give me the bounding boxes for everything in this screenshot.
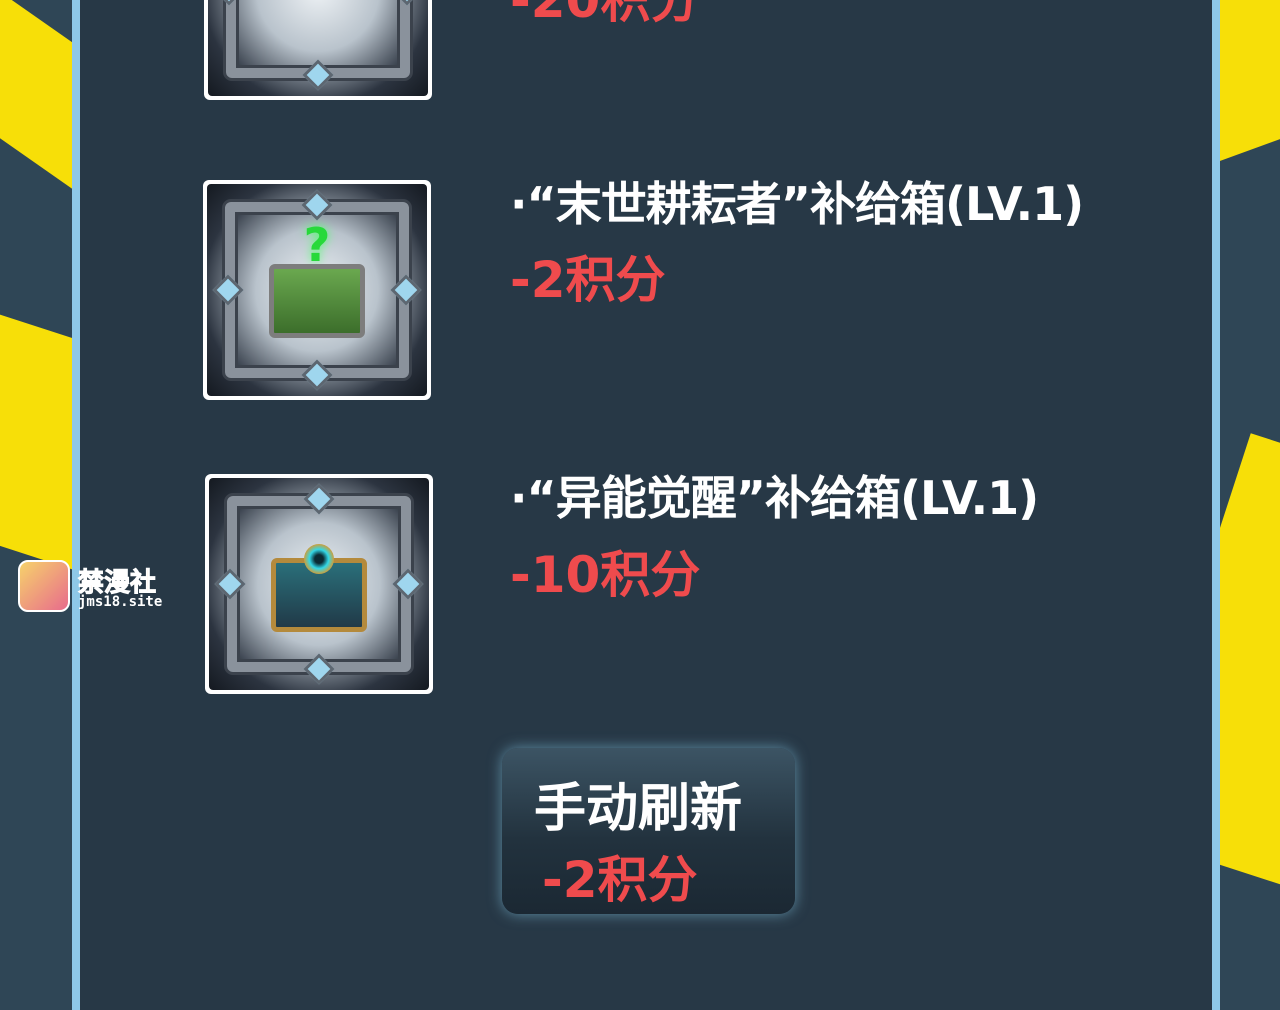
gem-icon [303, 653, 335, 685]
gem-icon [301, 189, 333, 221]
item-cost: -2积分 [510, 251, 666, 309]
gem-icon [214, 568, 246, 600]
eye-emblem-icon [304, 543, 334, 574]
manual-refresh-button[interactable]: 手动刷新 -2积分 [502, 748, 795, 914]
refresh-button-cost: -2积分 [542, 851, 698, 909]
item-image-ornate-chest[interactable] [205, 474, 433, 694]
item-title: ·“异能觉醒”补给箱(LV.1) [510, 471, 1039, 525]
ornate-frame: ? [207, 184, 427, 396]
item-cost: -10积分 [510, 546, 701, 604]
item-image-green-chest[interactable]: ? [203, 180, 431, 400]
watermark-logo-icon [18, 560, 70, 612]
gem-icon [392, 568, 424, 600]
item-title: ·“末世耕耘者”补给箱(LV.1) [510, 177, 1084, 231]
gem-icon [390, 274, 422, 306]
watermark: 禁漫社 jms18.site [18, 560, 168, 612]
ornate-frame [208, 0, 428, 96]
gem-icon [212, 274, 244, 306]
item-image-syringe[interactable] [204, 0, 432, 100]
supply-chest-icon [269, 263, 365, 338]
ornate-frame [209, 478, 429, 690]
gem-icon [213, 0, 245, 6]
item-cost: -20积分 [510, 0, 701, 29]
gem-icon [302, 59, 334, 91]
gem-icon [391, 0, 423, 6]
watermark-site: jms18.site [78, 594, 163, 610]
gem-icon [301, 359, 333, 391]
gem-icon [303, 483, 335, 515]
refresh-button-label: 手动刷新 [534, 779, 743, 839]
